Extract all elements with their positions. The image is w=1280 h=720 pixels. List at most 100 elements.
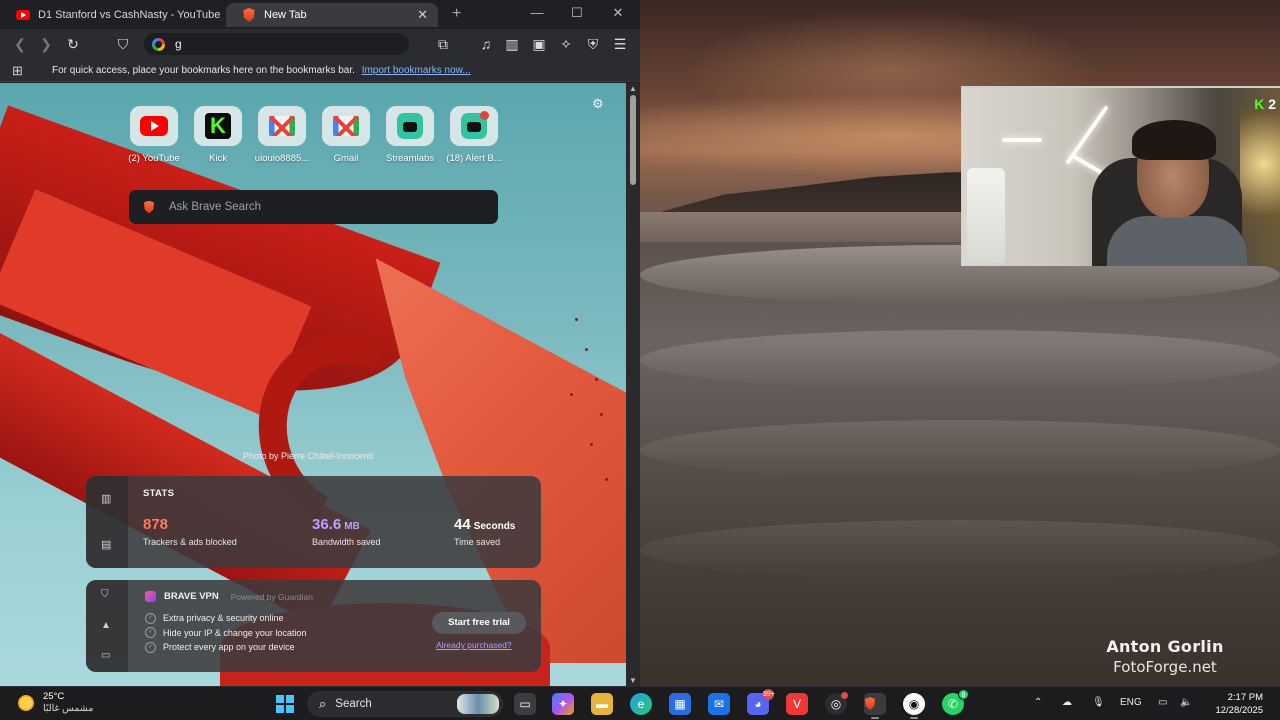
shield-icon[interactable]: ⛉ — [101, 589, 109, 600]
edge-icon[interactable]: e — [630, 693, 652, 715]
wallpaper-wave — [640, 420, 1280, 480]
address-input[interactable]: g — [175, 37, 182, 51]
mail-icon[interactable]: ✉ — [708, 693, 730, 715]
shortcut-gmail-account[interactable]: uiouio8885... — [250, 106, 314, 164]
reload-icon[interactable]: ↻ — [64, 35, 82, 53]
card-icon[interactable]: ▭ — [101, 650, 110, 661]
scroll-down-icon[interactable]: ▼ — [629, 676, 637, 685]
leo-ai-icon[interactable]: ✧ — [557, 35, 575, 53]
brave-vpn-icon — [145, 591, 156, 602]
taskbar-clock[interactable]: 2:17 PM 12/28/2025 — [1203, 691, 1263, 717]
new-tab-page: (2) YouTube K Kick uiouio8885... Gmail S… — [0, 83, 626, 686]
shortcut-tile[interactable] — [258, 106, 306, 146]
news-icon[interactable]: ▤ — [101, 538, 111, 551]
streamer-body — [1107, 216, 1247, 266]
store-icon[interactable]: ▦ — [669, 693, 691, 715]
shortcut-label: (18) Alert B... — [446, 153, 502, 164]
chevron-up-icon[interactable]: ⌃ — [1034, 697, 1042, 708]
tab-title: New Tab — [264, 9, 307, 21]
brave-shields-icon[interactable]: ⛨ — [584, 35, 602, 53]
gmail-icon — [269, 116, 295, 136]
shortcut-tile[interactable] — [322, 106, 370, 146]
windows-logo-pane — [276, 695, 284, 703]
vivaldi-icon[interactable]: V — [786, 693, 808, 715]
weather-temp: 25°C — [43, 691, 65, 702]
apps-grid-icon[interactable]: ⊞ — [12, 63, 23, 79]
vpn-feature: Extra privacy & security online — [145, 611, 306, 626]
close-tab-icon[interactable]: ✕ — [417, 7, 428, 23]
search-placeholder: Ask Brave Search — [169, 201, 262, 213]
start-button[interactable] — [276, 695, 294, 713]
screen-capture-icon[interactable]: ⧉ — [434, 35, 452, 53]
shortcut-alert-box[interactable]: (18) Alert B... — [442, 106, 506, 164]
tab-new-tab[interactable]: New Tab ✕ — [226, 3, 438, 27]
triangle-icon[interactable]: ▲ — [101, 620, 111, 631]
stat-trackers: 878 Trackers & ads blocked — [143, 516, 237, 547]
neon-light — [1002, 138, 1042, 142]
language-indicator[interactable]: ENG — [1120, 697, 1142, 708]
weather-widget[interactable]: 25°C مشمس غالبًا — [18, 691, 93, 714]
stats-chart-icon[interactable]: ▥ — [101, 492, 111, 505]
streamlabs-alert-icon — [461, 111, 489, 139]
volume-icon[interactable]: 🔈 — [1180, 697, 1192, 708]
shortcut-kick[interactable]: K Kick — [186, 106, 250, 164]
brave-search-box[interactable]: Ask Brave Search — [129, 190, 498, 224]
address-bar[interactable]: g — [144, 33, 409, 55]
page-scrollbar[interactable]: ▲ ▼ — [626, 83, 640, 686]
wallpaper-wave — [640, 520, 1280, 580]
windows-logo-pane — [286, 705, 294, 713]
whatsapp-icon[interactable]: ✆ 8 — [942, 689, 969, 715]
task-view-icon[interactable]: ▭ — [514, 693, 536, 715]
kick-icon: K — [1254, 96, 1265, 112]
microphone-icon[interactable]: 🎙 — [1092, 697, 1105, 708]
shortcut-youtube[interactable]: (2) YouTube — [122, 106, 186, 164]
network-icon[interactable]: ▭ — [1158, 697, 1167, 708]
shortcut-tile[interactable]: K — [194, 106, 242, 146]
media-icon[interactable]: ♫ — [477, 35, 495, 53]
notification-dot — [480, 111, 489, 120]
streamer-hair — [1132, 120, 1216, 160]
shortcut-streamlabs[interactable]: Streamlabs — [378, 106, 442, 164]
taskbar-search[interactable]: ⌕ Search — [307, 691, 503, 717]
bookmark-icon[interactable]: ⛉ — [114, 35, 132, 53]
windows-logo-pane — [286, 695, 294, 703]
kick-icon: K — [205, 113, 231, 139]
tab-title: D1 Stanford vs CashNasty - YouTube — [38, 9, 221, 21]
start-free-trial-button[interactable]: Start free trial — [432, 612, 526, 634]
back-icon[interactable]: ❮ — [11, 35, 29, 53]
clock-time: 2:17 PM — [1227, 692, 1263, 703]
photo-credit[interactable]: Photo by Pierre Châtel-Innocenti — [243, 451, 373, 461]
hanging-shirt — [967, 168, 1005, 263]
folder-icon[interactable]: ▬ — [591, 693, 613, 715]
shortcut-tile[interactable] — [450, 106, 498, 146]
scroll-up-icon[interactable]: ▲ — [629, 84, 637, 93]
tab-youtube[interactable]: D1 Stanford vs CashNasty - YouTube — [0, 3, 222, 27]
copilot-icon[interactable]: ✦ — [552, 693, 574, 715]
running-indicator — [910, 717, 918, 719]
streamlabs-app-icon[interactable]: ◉ — [903, 693, 925, 719]
already-purchased-link[interactable]: Already purchased? — [436, 640, 512, 650]
chrome-icon[interactable]: ◎ — [825, 692, 848, 715]
onedrive-icon[interactable]: ☁ — [1062, 697, 1072, 708]
gear-icon[interactable]: ⚙ — [592, 96, 604, 112]
rivet — [590, 443, 593, 446]
sidebar-icon[interactable]: ▥ — [503, 35, 521, 53]
discord-icon[interactable]: ◕ 99+ — [747, 689, 775, 715]
gmail-icon — [333, 116, 359, 136]
maximize-button[interactable]: ☐ — [567, 5, 587, 21]
new-tab-button[interactable]: + — [452, 5, 461, 23]
browser-toolbar: ❮ ❯ ↻ ⛉ g ⧉ ♫ ▥ ▣ ✧ ⛨ ☰ — [0, 29, 640, 59]
menu-icon[interactable]: ☰ — [611, 35, 629, 53]
forward-icon[interactable]: ❯ — [37, 35, 55, 53]
scrollbar-thumb[interactable] — [630, 95, 636, 185]
shortcut-tile[interactable] — [130, 106, 178, 146]
shortcut-label: uiouio8885... — [254, 153, 310, 164]
import-bookmarks-link[interactable]: Import bookmarks now... — [362, 65, 471, 76]
shortcut-tile[interactable] — [386, 106, 434, 146]
wallet-icon[interactable]: ▣ — [530, 35, 548, 53]
wallpaper-watermark: Anton Gorlin FotoForge.net — [1095, 637, 1235, 676]
close-window-button[interactable]: ✕ — [608, 5, 628, 21]
brave-taskbar-icon[interactable] — [864, 693, 886, 719]
shortcut-gmail[interactable]: Gmail — [314, 106, 378, 164]
minimize-button[interactable]: — — [527, 5, 547, 20]
